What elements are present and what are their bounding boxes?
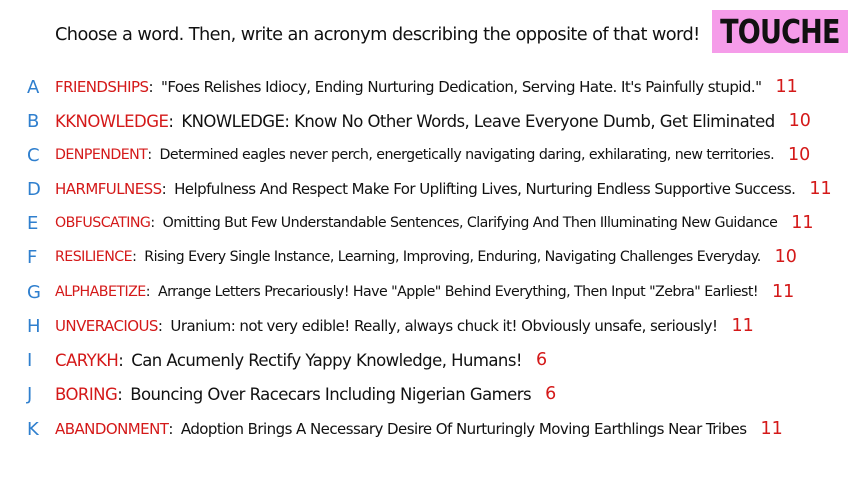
- entry-word: UNVERACIOUS: [55, 317, 158, 335]
- entry-word: ABANDONMENT: [55, 420, 169, 438]
- entry-word: OBFUSCATING: [55, 215, 151, 231]
- entry-letter: J: [27, 383, 33, 405]
- entry-acronym: Arrange Letters Precariously! Have "Appl…: [157, 284, 759, 300]
- entry-acronym: Determined eagles never perch, energetic…: [159, 147, 775, 163]
- entry-letter: G: [27, 281, 41, 303]
- touche-logo: TOUCHE: [712, 10, 848, 53]
- entry-letter: B: [27, 110, 40, 132]
- entry-letter: I: [27, 349, 33, 371]
- logo-text: TOUCHE: [720, 12, 840, 51]
- entry-letter-count: 6: [545, 384, 557, 404]
- entry-letter-count: 11: [775, 77, 798, 97]
- entry-acronym: Helpfulness And Respect Make For Uplifti…: [174, 180, 796, 198]
- entry-acronym: Can Acumenly Rectify Yappy Knowledge, Hu…: [131, 350, 522, 370]
- entry-acronym: Rising Every Single Instance, Learning, …: [144, 249, 761, 265]
- entry-letter: E: [27, 212, 39, 234]
- entry-letter-count: 6: [535, 350, 548, 370]
- entry-letter: D: [27, 178, 41, 200]
- entry-letter-count: 10: [788, 111, 811, 131]
- entry-letter-count: 11: [809, 179, 832, 199]
- entry-word: FRIENDSHIPS: [55, 78, 149, 96]
- entry-acronym: Omitting But Few Understandable Sentence…: [162, 215, 778, 231]
- entry-word: ALPHABETIZE: [55, 284, 146, 300]
- entry-letter: C: [27, 144, 40, 166]
- entry-letter-count: 11: [791, 213, 814, 233]
- entry-word: BORING: [55, 384, 118, 404]
- entry-acronym: Adoption Brings A Necessary Desire Of Nu…: [180, 420, 747, 438]
- entry-letter-count: 11: [760, 419, 783, 439]
- entry-letter: K: [27, 418, 39, 440]
- entry-acronym: Bouncing Over Racecars Including Nigeria…: [130, 384, 532, 404]
- entry-word: DENPENDENT: [55, 147, 148, 163]
- entry-word: KKNOWLEDGE: [55, 111, 169, 131]
- entry-word: CARYKH: [55, 350, 119, 370]
- entry-letter: A: [27, 76, 40, 98]
- entry-acronym: "Foes Relishes Idiocy, Ending Nurturing …: [160, 78, 762, 96]
- entry-acronym: Uranium: not very edible! Really, always…: [170, 317, 718, 335]
- entry-letter: H: [27, 315, 41, 337]
- entry-acronym: KNOWLEDGE: Know No Other Words, Leave Ev…: [181, 111, 775, 131]
- page-title: Choose a word. Then, write an acronym de…: [55, 24, 700, 45]
- entry-letter-count: 11: [772, 282, 795, 302]
- entry-letter-count: 10: [788, 145, 811, 165]
- entry-letter: F: [27, 246, 38, 268]
- entry-letter-count: 10: [774, 247, 797, 267]
- entry-letter-count: 11: [731, 316, 754, 336]
- entry-word: HARMFULNESS: [55, 180, 162, 198]
- entry-word: RESILIENCE: [55, 249, 133, 265]
